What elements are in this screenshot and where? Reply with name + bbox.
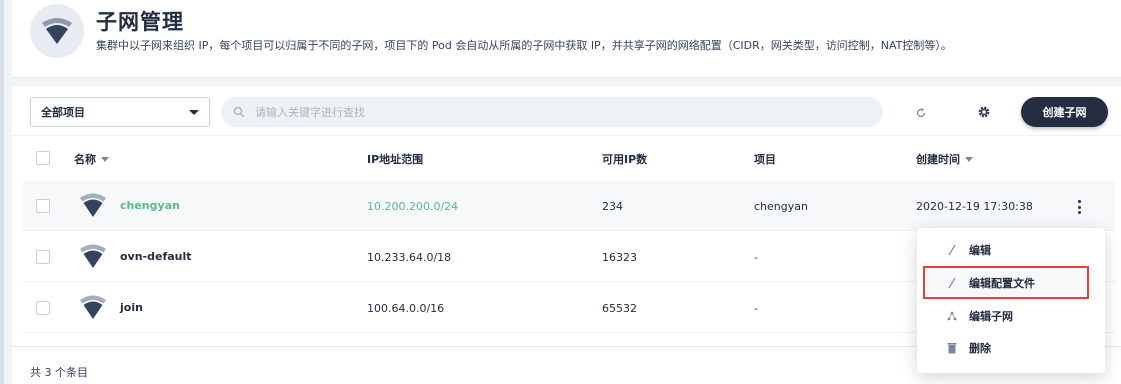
subnet-icon (80, 244, 106, 268)
subnet-name-link[interactable]: join (120, 301, 143, 314)
caret-down-icon (189, 109, 199, 115)
menu-item-edit-subnet[interactable]: 编辑子网 (925, 300, 1097, 332)
create-subnet-button[interactable]: 创建子网 (1021, 97, 1108, 127)
total-count: 共 3 个条目 (30, 366, 88, 379)
row-checkbox[interactable] (36, 301, 50, 315)
column-header-label: IP地址范围 (367, 153, 424, 166)
menu-item-delete[interactable]: 删除 (925, 332, 1097, 364)
more-dot-icon (1077, 205, 1081, 209)
created-time: 2020-12-19 17:30:38 (916, 200, 1033, 213)
column-header-label: 创建时间 (916, 153, 960, 166)
pencil-icon (945, 244, 959, 256)
column-header-name[interactable]: 名称 (74, 151, 109, 167)
row-checkbox[interactable] (36, 250, 50, 264)
gear-icon (978, 106, 990, 118)
search-input[interactable] (255, 105, 755, 119)
table-header: 名称 IP地址范围 可用IP数 项目 创建时间 (12, 136, 1121, 181)
page-description: 集群中以子网来组织 IP，每个项目可以归属于不同的子网，项目下的 Pod 会自动… (96, 39, 952, 52)
project-name: - (754, 302, 758, 315)
trash-icon (945, 342, 959, 354)
available-ips: 16323 (602, 251, 637, 264)
menu-item-label: 删除 (969, 342, 991, 355)
available-ips: 65532 (602, 302, 637, 315)
available-ips: 234 (602, 200, 623, 213)
column-header-label: 可用IP数 (602, 153, 648, 166)
left-border (0, 0, 4, 384)
row-actions-menu: 编辑 编辑配置文件 编辑子网 删除 (917, 228, 1105, 373)
menu-item-label: 编辑 (969, 244, 991, 257)
refresh-icon (916, 108, 926, 118)
page-title: 子网管理 (96, 10, 184, 34)
ip-range: 10.233.64.0/18 (367, 251, 452, 264)
menu-item-label: 编辑子网 (969, 310, 1013, 323)
page-header: 子网管理 集群中以子网来组织 IP，每个项目可以归属于不同的子网，项目下的 Po… (12, 0, 1121, 78)
column-header-label: 项目 (754, 153, 776, 166)
toolbar: 全部项目 创建子网 (12, 86, 1121, 136)
row-checkbox[interactable] (36, 199, 50, 213)
sort-caret-icon (101, 156, 109, 162)
subnet-icon (80, 295, 106, 319)
topology-icon (945, 311, 959, 321)
select-all-checkbox[interactable] (36, 151, 50, 165)
column-header-project: 项目 (754, 151, 776, 167)
sort-caret-icon (965, 156, 973, 162)
subnet-name-link[interactable]: chengyan (120, 199, 180, 212)
column-header-label: 名称 (74, 153, 96, 166)
column-header-ip-range: IP地址范围 (367, 151, 423, 167)
more-dot-icon (1077, 200, 1081, 203)
subnet-icon (30, 4, 84, 58)
refresh-button[interactable] (911, 103, 931, 123)
settings-button[interactable] (973, 101, 995, 123)
subnet-icon (80, 193, 106, 217)
project-name: - (754, 251, 758, 264)
search-box[interactable] (221, 97, 883, 127)
highlight-annotation (923, 266, 1089, 299)
column-header-created[interactable]: 创建时间 (916, 151, 973, 167)
project-name: chengyan (754, 200, 808, 213)
menu-item-edit[interactable]: 编辑 (925, 234, 1097, 266)
table-row[interactable]: chengyan 10.200.200.0/24 234 chengyan 20… (22, 181, 1115, 231)
more-dot-icon (1077, 211, 1081, 214)
more-actions-button[interactable] (1072, 198, 1086, 216)
column-header-available-ips: 可用IP数 (602, 151, 647, 167)
ip-range: 100.64.0.0/16 (367, 302, 445, 315)
search-icon (233, 106, 245, 118)
project-select[interactable]: 全部项目 (30, 97, 210, 127)
project-select-value: 全部项目 (41, 106, 85, 119)
ip-range: 10.200.200.0/24 (367, 200, 459, 213)
subnet-name-link[interactable]: ovn-default (120, 250, 192, 263)
